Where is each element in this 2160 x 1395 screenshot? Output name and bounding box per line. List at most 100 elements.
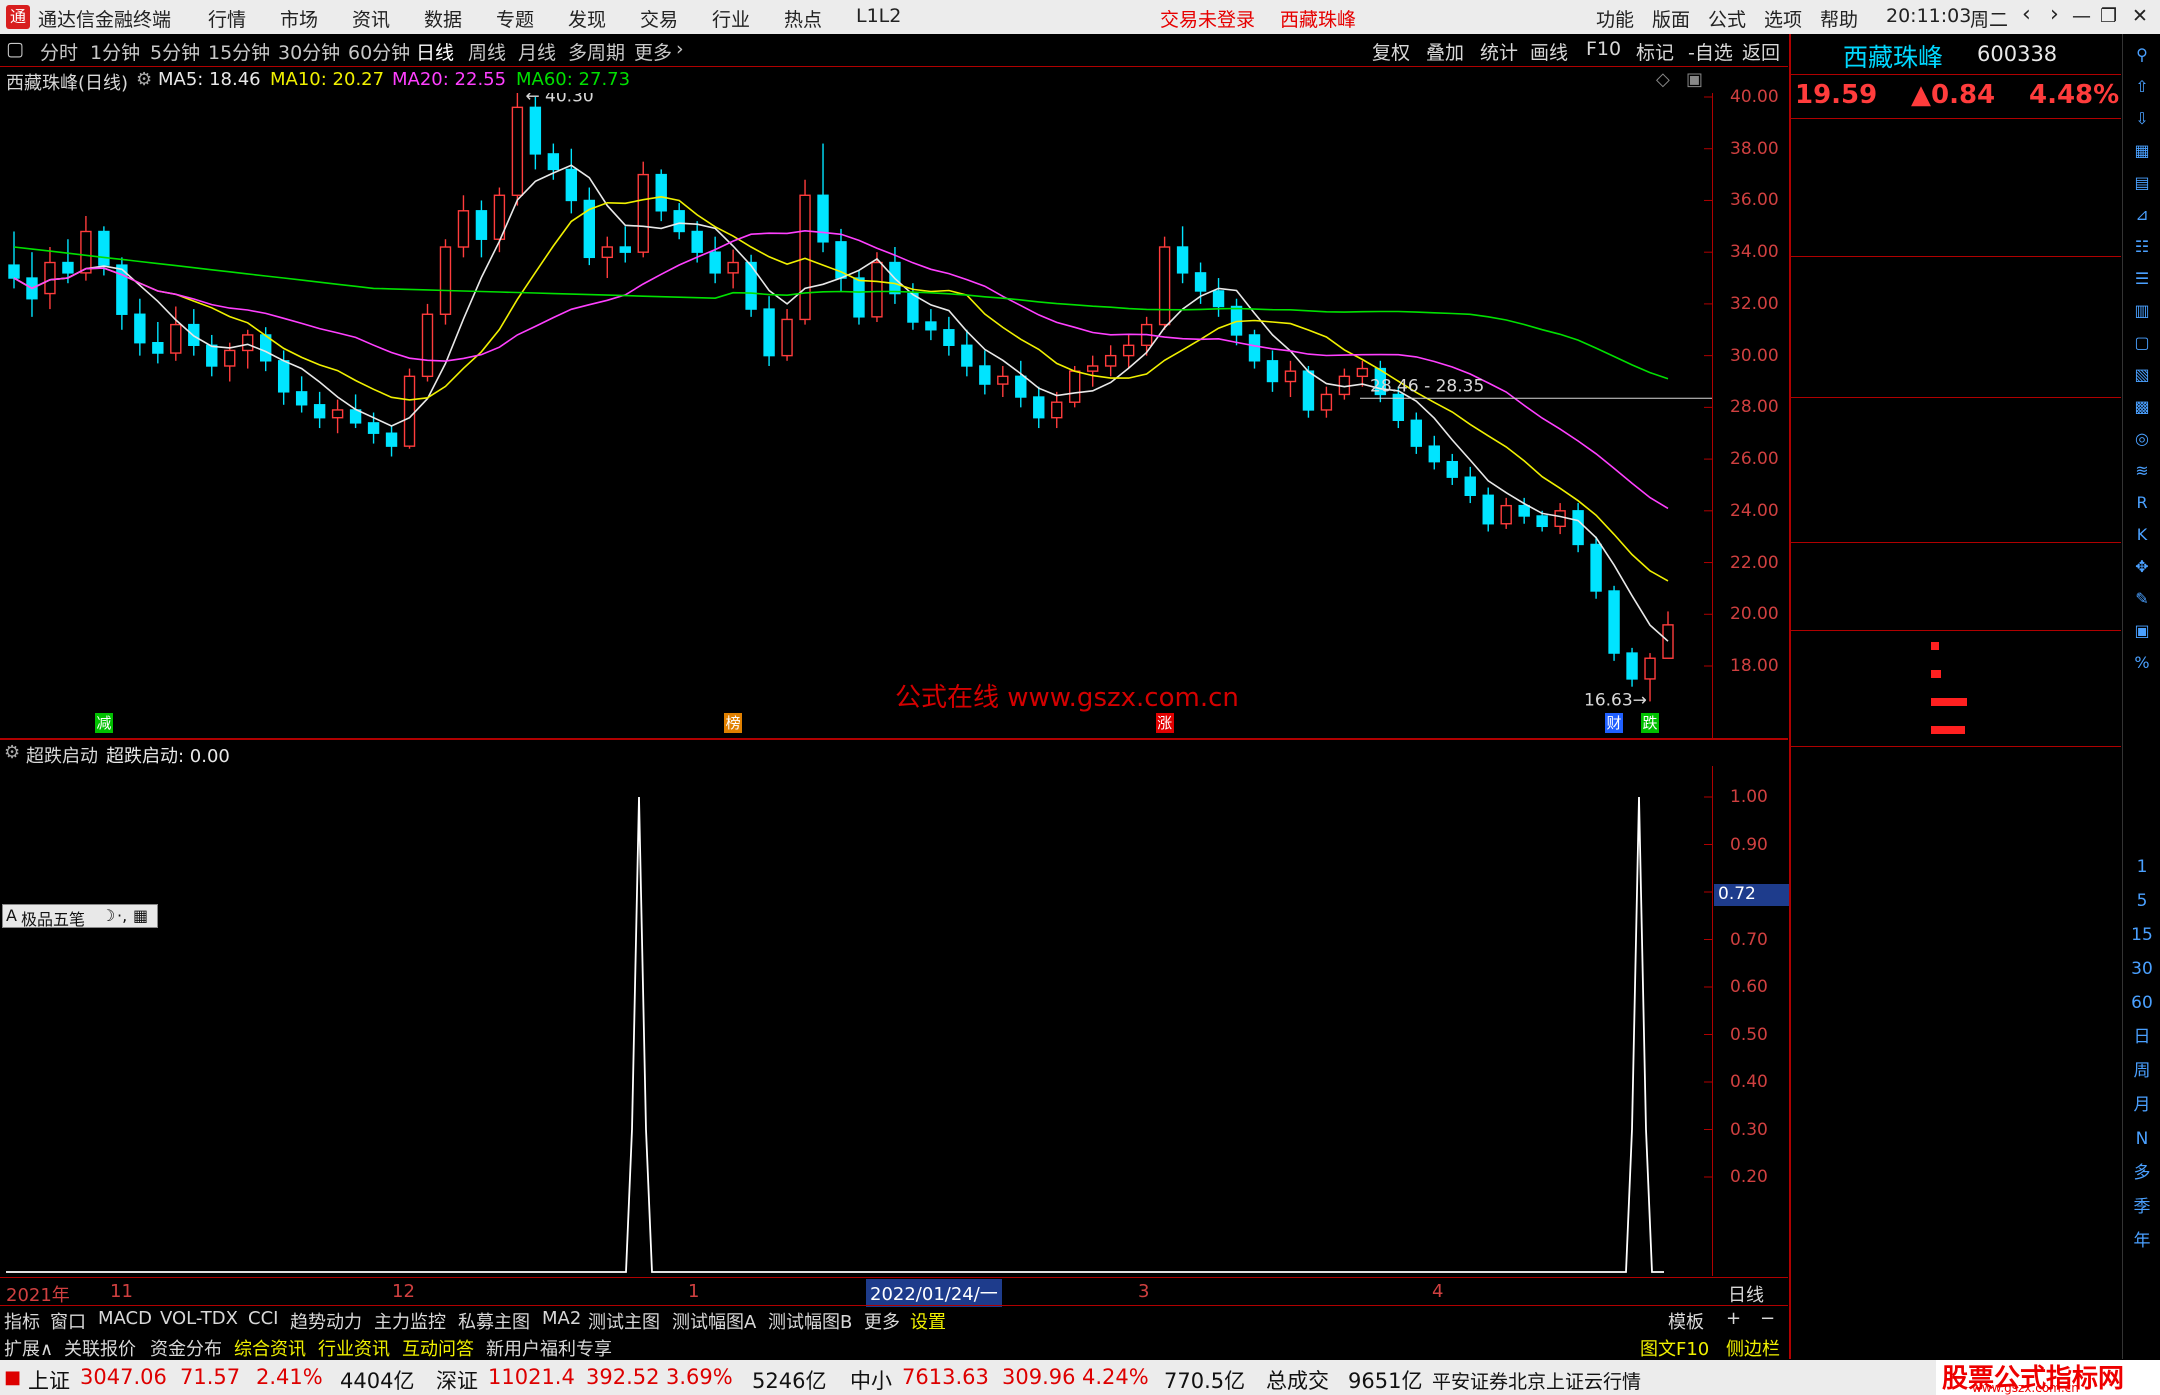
event-tag[interactable]: 榜 <box>724 713 743 733</box>
kline-chart-area[interactable]: 28.46 - 28.35 ← 40.30 16.63→ 公式在线 www.gszx… <box>0 93 1713 738</box>
event-tag[interactable]: 减 <box>94 713 113 733</box>
tab-chuangkou[interactable]: 窗口 <box>50 1308 86 1334</box>
ime-moon-icon[interactable]: ☽ <box>101 906 115 925</box>
period-shortcut-4[interactable]: 60 <box>2129 990 2155 1016</box>
tab-test-b[interactable]: 测试幅图B <box>768 1308 852 1334</box>
remove-window-button[interactable]: − <box>1760 1308 1775 1329</box>
ask-row[interactable] <box>1791 174 2121 201</box>
tab-expand[interactable]: 扩展∧ <box>4 1335 53 1361</box>
tick-row[interactable] <box>1791 776 2121 803</box>
f10-button[interactable]: F10 <box>1586 38 1621 60</box>
period-shortcut-9[interactable]: 多 <box>2129 1160 2155 1186</box>
add-window-button[interactable]: + <box>1726 1308 1741 1329</box>
ime-a-icon[interactable]: A <box>6 906 17 925</box>
bid-row[interactable] <box>1791 340 2121 367</box>
tick-row[interactable] <box>1791 1184 2121 1211</box>
tick-row[interactable] <box>1791 912 2121 939</box>
tick-row[interactable] <box>1791 1130 2121 1157</box>
ask-row[interactable] <box>1791 120 2121 147</box>
diamond-icon[interactable]: ◇ <box>1656 69 1670 90</box>
tick-row[interactable] <box>1791 967 2121 994</box>
event-tag[interactable]: 财 <box>1605 713 1624 733</box>
menu-item-jiaoyi[interactable]: 交易 <box>640 5 678 32</box>
tick-row[interactable] <box>1791 1048 2121 1075</box>
tick-row[interactable] <box>1791 1239 2121 1266</box>
rsi-icon[interactable]: R <box>2129 490 2155 516</box>
login-status[interactable]: 交易未登录 <box>1160 5 1255 32</box>
l2-icon[interactable]: ▧ <box>2129 362 2155 388</box>
menu-item-banmian[interactable]: 版面 <box>1652 5 1690 32</box>
table-icon[interactable]: ▤ <box>2129 170 2155 196</box>
layout-toggle-icon[interactable]: ▢ <box>6 38 24 60</box>
percent-icon[interactable]: % <box>2129 650 2155 676</box>
menu-item-gongshi[interactable]: 公式 <box>1708 5 1746 32</box>
list-icon[interactable]: ☰ <box>2129 266 2155 292</box>
tab-related-quotes[interactable]: 关联报价 <box>64 1335 136 1361</box>
period-shortcut-1[interactable]: 5 <box>2129 888 2155 914</box>
template-button[interactable]: 模板 <box>1668 1308 1704 1334</box>
more-chevron-icon[interactable]: › <box>676 38 684 60</box>
ime-dot-icon[interactable]: ·, <box>117 906 127 925</box>
tick-row[interactable] <box>1791 939 2121 966</box>
tab-vol-tdx[interactable]: VOL-TDX <box>160 1308 238 1329</box>
fanhui-button[interactable]: 返回 <box>1742 38 1780 65</box>
tick-row[interactable] <box>1791 1103 2121 1130</box>
tongji-button[interactable]: 统计 <box>1480 38 1518 65</box>
indicator-svg[interactable] <box>0 766 1712 1276</box>
bid-row[interactable] <box>1791 286 2121 313</box>
tab-settings[interactable]: 设置 <box>910 1308 946 1334</box>
tick-row[interactable] <box>1791 858 2121 885</box>
period-fenshi[interactable]: 分时 <box>40 38 78 65</box>
menu-item-shuju[interactable]: 数据 <box>424 5 462 32</box>
tick-row[interactable] <box>1791 1157 2121 1184</box>
fio-icon[interactable]: ▥ <box>2129 298 2155 324</box>
period-shortcut-11[interactable]: 年 <box>2129 1228 2155 1254</box>
tick-row[interactable] <box>1791 749 2121 776</box>
period-shortcut-3[interactable]: 30 <box>2129 956 2155 982</box>
event-tag[interactable]: 跌 <box>1641 713 1660 733</box>
period-month[interactable]: 月线 <box>518 38 556 65</box>
period-1min[interactable]: 1分钟 <box>90 38 140 65</box>
menu-item-l1l2[interactable]: L1L2 <box>856 5 901 27</box>
event-tag[interactable]: 涨 <box>1155 713 1174 733</box>
book-icon[interactable]: ▢ <box>2129 330 2155 356</box>
indicator-gear-icon[interactable]: ⚙ <box>4 742 20 763</box>
tick-list[interactable] <box>1791 749 2121 1349</box>
tab-simu[interactable]: 私募主图 <box>458 1308 530 1334</box>
tick-row[interactable] <box>1791 803 2121 830</box>
fs-icon[interactable]: ▣ <box>2129 618 2155 644</box>
fz-icon[interactable]: ▩ <box>2129 394 2155 420</box>
period-more[interactable]: 更多 <box>634 38 672 65</box>
tab-qushi[interactable]: 趋势动力 <box>290 1308 362 1334</box>
tick-row[interactable] <box>1791 1075 2121 1102</box>
grid-icon[interactable]: ▦ <box>2129 138 2155 164</box>
sh-label[interactable]: 上证 <box>28 1365 70 1395</box>
candle-icon[interactable]: ☷ <box>2129 234 2155 260</box>
menu-item-zhuanti[interactable]: 专题 <box>496 5 534 32</box>
bid-row[interactable] <box>1791 259 2121 286</box>
tab-ma2[interactable]: MA2 <box>542 1308 581 1329</box>
tick-row[interactable] <box>1791 1293 2121 1320</box>
tab-new-user[interactable]: 新用户福利专享 <box>486 1335 612 1361</box>
tick-row[interactable] <box>1791 1021 2121 1048</box>
kline-svg[interactable]: 28.46 - 28.35 ← 40.30 16.63→ <box>0 93 1712 738</box>
tab-zhuli[interactable]: 主力监控 <box>374 1308 446 1334</box>
period-shortcut-0[interactable]: 1 <box>2129 854 2155 880</box>
line-chart-icon[interactable]: ⊿ <box>2129 202 2155 228</box>
tab-industry-news[interactable]: 行业资讯 <box>318 1335 390 1361</box>
pen-icon[interactable]: ✎ <box>2129 586 2155 612</box>
up-icon[interactable]: ⇧ <box>2129 74 2155 100</box>
tick-row[interactable] <box>1791 831 2121 858</box>
down-icon[interactable]: ⇩ <box>2129 106 2155 132</box>
menu-item-hangye[interactable]: 行业 <box>712 5 750 32</box>
menu-item-redian[interactable]: 热点 <box>784 5 822 32</box>
period-week[interactable]: 周线 <box>468 38 506 65</box>
circle-icon[interactable]: ◎ <box>2129 426 2155 452</box>
tick-row[interactable] <box>1791 1266 2121 1293</box>
period-shortcut-6[interactable]: 周 <box>2129 1058 2155 1084</box>
tab-more[interactable]: 更多 <box>864 1308 900 1334</box>
period-shortcut-5[interactable]: 日 <box>2129 1024 2155 1050</box>
indicator-name[interactable]: 超跌启动 <box>26 742 98 768</box>
diejia-button[interactable]: 叠加 <box>1426 38 1464 65</box>
tab-test-main[interactable]: 测试主图 <box>588 1308 660 1334</box>
